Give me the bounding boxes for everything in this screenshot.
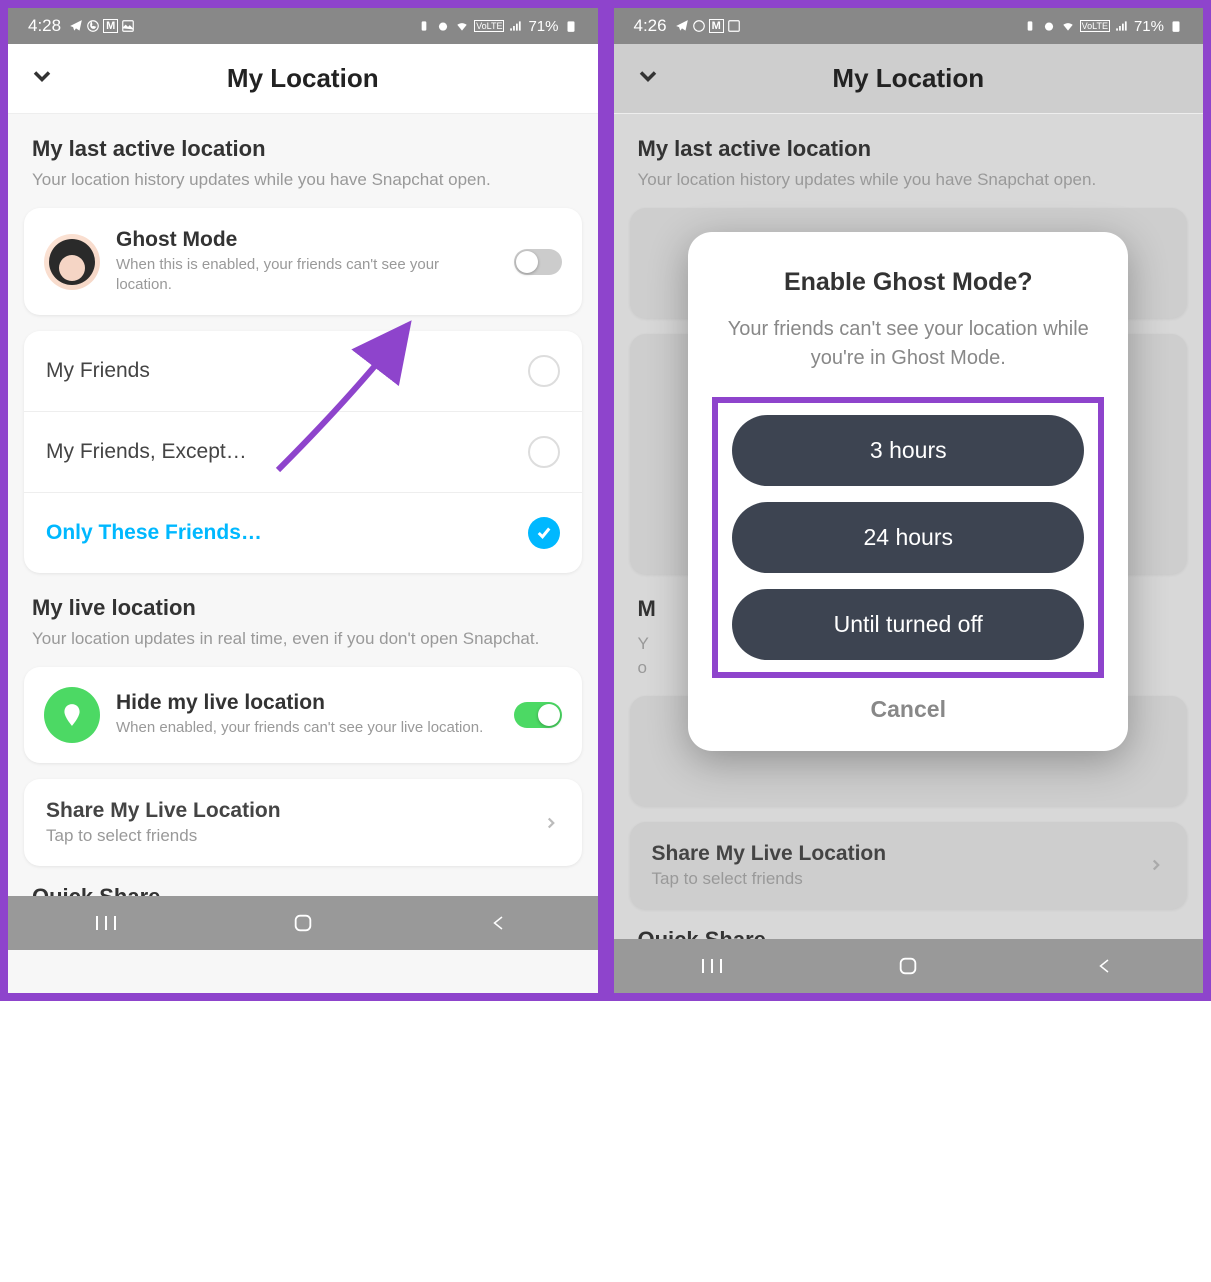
wifi-icon (1061, 19, 1075, 33)
back-nav-button[interactable] (485, 909, 513, 937)
duration-3-hours-button[interactable]: 3 hours (732, 415, 1084, 486)
section-last-active-label: My last active location (630, 136, 1188, 162)
home-button[interactable] (894, 952, 922, 980)
gallery-icon (121, 19, 135, 33)
vibrate-icon (417, 19, 431, 33)
location-icon (44, 687, 100, 743)
alarm-icon (1042, 19, 1056, 33)
status-bar: 4:26 M VoLTE 71% (614, 8, 1204, 44)
page-title: My Location (8, 63, 598, 94)
modal-description: Your friends can't see your location whi… (712, 315, 1104, 373)
duration-24-hours-button[interactable]: 24 hours (732, 502, 1084, 573)
recents-button[interactable] (92, 909, 120, 937)
option-only-these-friends[interactable]: Only These Friends… (24, 493, 582, 573)
option-label: My Friends (46, 359, 150, 383)
status-time: 4:26 (634, 16, 667, 36)
radio-checked (528, 517, 560, 549)
page-header: My Location (614, 44, 1204, 114)
section-live-location-label: My live location (24, 595, 582, 621)
wifi-icon (455, 19, 469, 33)
signal-icon (509, 19, 523, 33)
modal-button-group-highlight: 3 hours 24 hours Until turned off (712, 397, 1104, 678)
ghost-mode-subtitle: When this is enabled, your friends can't… (116, 255, 498, 296)
section-last-active-label: My last active location (24, 136, 582, 162)
hide-live-location-card: Hide my live location When enabled, your… (24, 667, 582, 763)
chevron-right-icon (542, 814, 560, 832)
quick-share-label: Quick Share (638, 927, 1180, 939)
ghost-mode-title: Ghost Mode (116, 228, 498, 252)
quick-share-label: Quick Share (32, 884, 574, 896)
recents-button[interactable] (698, 952, 726, 980)
share-live-title: Share My Live Location (46, 799, 281, 823)
whatsapp-icon (86, 19, 100, 33)
radio-unchecked (528, 355, 560, 387)
gallery-icon (727, 19, 741, 33)
nav-bar (8, 896, 598, 950)
chevron-right-icon (1147, 856, 1165, 874)
home-button[interactable] (289, 909, 317, 937)
ghost-mode-toggle[interactable] (514, 249, 562, 275)
section-last-active-desc: Your location history updates while you … (24, 168, 582, 192)
section-last-active-desc: Your location history updates while you … (630, 168, 1188, 192)
status-bar: 4:28 M VoLTE 71% (8, 8, 598, 44)
option-label: My Friends, Except… (46, 440, 247, 464)
back-nav-button[interactable] (1091, 952, 1119, 980)
whatsapp-icon (692, 19, 706, 33)
hide-live-title: Hide my live location (116, 691, 498, 715)
share-live-location-card[interactable]: Share My Live Location Tap to select fri… (630, 822, 1188, 909)
modal-title: Enable Ghost Mode? (712, 268, 1104, 297)
page-title: My Location (614, 63, 1204, 94)
phone-screen-right: 4:26 M VoLTE 71% My Location My last act… (606, 0, 1211, 1001)
gmail-icon: M (709, 19, 724, 33)
vibrate-icon (1023, 19, 1037, 33)
option-my-friends-except[interactable]: My Friends, Except… (24, 412, 582, 493)
chevron-down-icon (28, 62, 56, 90)
duration-until-off-button[interactable]: Until turned off (732, 589, 1084, 660)
share-live-subtitle: Tap to select friends (46, 826, 281, 846)
option-my-friends[interactable]: My Friends (24, 331, 582, 412)
phone-screen-left: 4:28 M VoLTE 71% My Location My last act… (0, 0, 606, 1001)
option-label: Only These Friends… (46, 521, 262, 545)
battery-icon (1169, 19, 1183, 33)
signal-icon (1115, 19, 1129, 33)
lte-icon: VoLTE (474, 20, 504, 32)
nav-bar (614, 939, 1204, 993)
hide-live-toggle[interactable] (514, 702, 562, 728)
share-live-location-card[interactable]: Share My Live Location Tap to select fri… (24, 779, 582, 866)
battery-percent: 71% (528, 18, 558, 35)
cancel-button[interactable]: Cancel (712, 696, 1104, 723)
back-button[interactable] (634, 62, 662, 95)
ghost-mode-modal: Enable Ghost Mode? Your friends can't se… (688, 232, 1128, 751)
back-button[interactable] (28, 62, 56, 95)
share-live-title: Share My Live Location (652, 842, 887, 866)
status-time: 4:28 (28, 16, 61, 36)
gmail-icon: M (103, 19, 118, 33)
battery-percent: 71% (1134, 18, 1164, 35)
page-header: My Location (8, 44, 598, 114)
hide-live-subtitle: When enabled, your friends can't see you… (116, 718, 498, 738)
avatar (44, 234, 100, 290)
telegram-icon (675, 19, 689, 33)
check-icon (535, 524, 553, 542)
battery-icon (564, 19, 578, 33)
section-live-location-desc: Your location updates in real time, even… (24, 627, 582, 651)
share-live-subtitle: Tap to select friends (652, 869, 887, 889)
alarm-icon (436, 19, 450, 33)
ghost-mode-card: Ghost Mode When this is enabled, your fr… (24, 208, 582, 316)
visibility-options: My Friends My Friends, Except… Only Thes… (24, 331, 582, 573)
lte-icon: VoLTE (1080, 20, 1110, 32)
radio-unchecked (528, 436, 560, 468)
chevron-down-icon (634, 62, 662, 90)
telegram-icon (69, 19, 83, 33)
